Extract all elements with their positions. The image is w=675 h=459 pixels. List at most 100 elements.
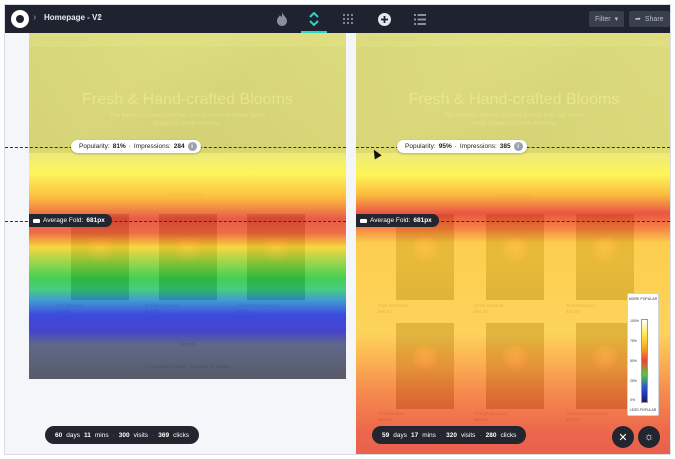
share-label: Share bbox=[644, 15, 664, 23]
legend-tick: 0% bbox=[630, 398, 636, 402]
hero-title: Fresh & Hand-crafted Blooms bbox=[82, 91, 293, 108]
mins-unit: mins bbox=[94, 431, 109, 439]
filter-label: Filter bbox=[595, 15, 611, 23]
legend-tick: 75% bbox=[630, 339, 638, 343]
mins-unit: mins bbox=[422, 431, 436, 439]
popularity-value: 95% bbox=[438, 143, 452, 150]
close-button[interactable]: ✕ bbox=[612, 426, 634, 448]
scroll-heatmap-icon[interactable] bbox=[301, 10, 327, 33]
legend-tick: 50% bbox=[630, 359, 638, 363]
hero-title: Fresh & Hand-crafted Blooms bbox=[408, 91, 620, 108]
legend-tick: 100% bbox=[630, 319, 639, 323]
site-preview: ATLAS FLOWERS ⌕ ◻ Fresh & Hand-crafted B… bbox=[356, 33, 670, 454]
filter-button[interactable]: Filter ▾ bbox=[589, 11, 625, 27]
legend-less-popular: LESS POPULAR bbox=[629, 408, 657, 412]
right-heatmap-panel: ATLAS FLOWERS ⌕ ◻ Fresh & Hand-crafted B… bbox=[356, 33, 670, 454]
logo-icon[interactable] bbox=[11, 10, 29, 28]
impressions-value: 284 bbox=[173, 143, 185, 150]
fire-icon[interactable] bbox=[273, 10, 291, 28]
product-caption: Orange Bouquet $65.00 bbox=[474, 411, 508, 422]
site-brand: ATLAS FLOWERS bbox=[368, 37, 417, 43]
product-caption: Orange Bouquet $65.00 bbox=[145, 303, 179, 314]
site-preview: ATLAS FLOWERS ⌕ ◻ Fresh & Hand-crafted B… bbox=[29, 33, 346, 379]
app-window: › Homepage - V2 ▾ Filter ▾ ➦ Share ATLAS… bbox=[4, 4, 671, 455]
page-selector[interactable]: Homepage - V2 bbox=[44, 13, 102, 22]
product-caption: Tulip with bulbs $60.00 bbox=[378, 303, 409, 314]
session-stats-bar: 59 days 17 mins · 320 visits · 280 clicks bbox=[372, 426, 527, 444]
legend-gradient bbox=[641, 319, 648, 403]
settings-button[interactable]: ☼ bbox=[638, 426, 660, 448]
days-value: 59 bbox=[382, 431, 390, 439]
impressions-value: 385 bbox=[499, 143, 511, 150]
product-caption: Cindy Bouquet $55.00 bbox=[474, 303, 504, 314]
average-fold-value: 681px bbox=[413, 217, 432, 224]
popularity-value: 81% bbox=[112, 143, 126, 150]
site-header-icons: ⌕ ◻ bbox=[655, 36, 664, 42]
average-fold-label: Average Fold: bbox=[43, 217, 84, 224]
average-fold-value: 681px bbox=[86, 217, 105, 224]
mins-value: 11 bbox=[83, 431, 91, 439]
separator-dot: · bbox=[479, 431, 482, 439]
breadcrumb-chevron-icon: › bbox=[33, 12, 37, 23]
session-stats-bar: 60 days 11 mins · 300 visits · 369 clicks bbox=[45, 426, 199, 444]
average-fold-label: Average Fold: bbox=[370, 217, 411, 224]
separator-dot: · bbox=[128, 143, 131, 150]
popularity-tooltip[interactable]: Popularity: 81% · Impressions: 284 i bbox=[71, 140, 201, 153]
close-icon: ✕ bbox=[618, 431, 628, 444]
legend-more-popular: MORE POPULAR bbox=[628, 297, 658, 301]
fold-marker-icon bbox=[33, 218, 40, 223]
separator-dot: · bbox=[112, 431, 115, 439]
share-arrow-icon: ➦ bbox=[635, 16, 641, 23]
separator-dot: · bbox=[152, 431, 155, 439]
mins-value: 17 bbox=[410, 431, 419, 439]
visits-value: 300 bbox=[118, 431, 130, 439]
chevron-down-icon: ▾ bbox=[614, 16, 619, 23]
list-icon[interactable] bbox=[411, 10, 429, 28]
product-image bbox=[396, 323, 454, 409]
days-unit: days bbox=[66, 431, 80, 439]
chevron-down-icon[interactable]: ▾ bbox=[98, 13, 102, 21]
product-caption: Pink Bouquet $60.00 bbox=[56, 303, 83, 314]
share-button[interactable]: ➦ Share bbox=[629, 11, 670, 27]
product-caption: Pink Bouquet $60.00 bbox=[378, 411, 405, 422]
average-fold-badge: Average Fold: 681px bbox=[29, 214, 112, 227]
popularity-label: Popularity: bbox=[405, 143, 436, 150]
product-image bbox=[576, 214, 634, 300]
separator-dot: · bbox=[439, 431, 443, 439]
clicks-unit: clicks bbox=[173, 431, 189, 439]
brightness-icon: ☼ bbox=[643, 431, 655, 443]
fold-marker-icon bbox=[360, 218, 367, 223]
site-footer: © 2016 Atlas Flowers · Powered by Shopif… bbox=[144, 364, 231, 369]
top-bar: › Homepage - V2 ▾ Filter ▾ ➦ Share bbox=[5, 5, 670, 33]
days-unit: days bbox=[393, 431, 407, 439]
add-circle-icon[interactable] bbox=[375, 10, 393, 28]
popularity-tooltip[interactable]: Popularity: 95% · Impressions: 385 i bbox=[397, 140, 527, 153]
impressions-label: Impressions: bbox=[133, 143, 171, 150]
legend-tick: 25% bbox=[630, 379, 638, 383]
grid-icon[interactable] bbox=[339, 10, 357, 28]
featured-heading: FEATURED bbox=[170, 193, 205, 199]
visits-unit: visits bbox=[133, 431, 149, 439]
separator-dot: · bbox=[454, 143, 457, 150]
product-image bbox=[247, 214, 305, 300]
hero-subtitle: The freshest flowers sourced directly fr… bbox=[444, 113, 584, 127]
info-icon[interactable]: i bbox=[187, 142, 197, 151]
info-icon[interactable]: i bbox=[513, 142, 523, 151]
impressions-label: Impressions: bbox=[459, 143, 497, 150]
hero-subtitle: The freshest flowers sourced directly fr… bbox=[109, 113, 266, 127]
clicks-value: 369 bbox=[158, 431, 170, 439]
left-heatmap-panel: ATLAS FLOWERS ⌕ ◻ Fresh & Hand-crafted B… bbox=[29, 33, 346, 379]
footer-search-link: Search bbox=[179, 342, 196, 348]
average-fold-badge: Average Fold: 681px bbox=[356, 214, 439, 227]
product-image bbox=[159, 214, 217, 300]
product-image bbox=[486, 323, 544, 409]
product-caption: Anniversary Bouquet $70.00 bbox=[237, 303, 279, 314]
featured-heading: FEATURED bbox=[496, 193, 532, 199]
product-image bbox=[486, 214, 544, 300]
product-caption: Anniversary Bouquet $70.00 bbox=[566, 411, 608, 422]
popularity-label: Popularity: bbox=[79, 143, 110, 150]
site-header-icons: ⌕ ◻ bbox=[329, 36, 338, 42]
clicks-value: 280 bbox=[485, 431, 497, 439]
product-image bbox=[576, 323, 634, 409]
site-brand: ATLAS FLOWERS bbox=[41, 37, 90, 43]
